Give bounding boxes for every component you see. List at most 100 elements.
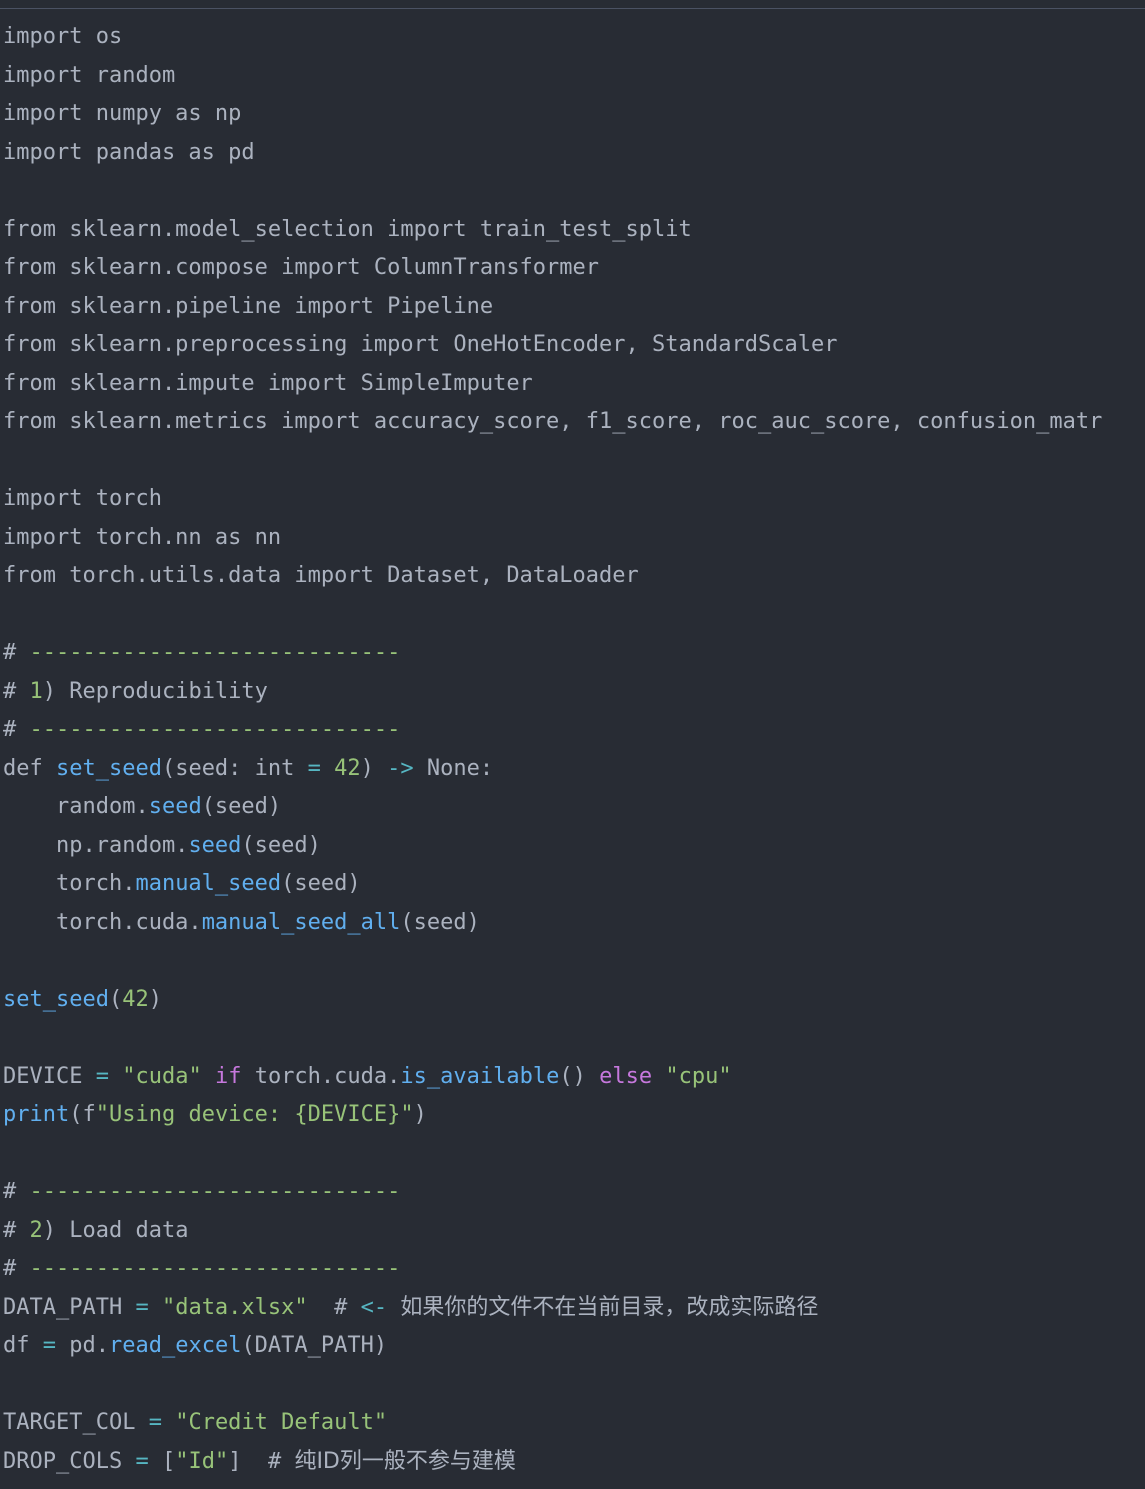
code-token-comment-text: # xyxy=(3,717,30,742)
code-token-plain: def xyxy=(3,755,56,781)
code-token-dashes: ---------------------------- xyxy=(29,1179,401,1204)
code-token-function: seed xyxy=(188,832,242,858)
code-line: df = pd.read_excel(DATA_PATH) xyxy=(3,1327,387,1366)
code-token-plain: from sklearn.impute import SimpleImputer xyxy=(3,370,533,396)
code-token-plain: from sklearn.model_selection import trai… xyxy=(3,216,692,242)
code-token-plain: (seed) xyxy=(400,909,480,935)
code-line: import pandas as pd xyxy=(3,134,255,173)
code-token-plain: pd. xyxy=(56,1333,109,1358)
code-token-plain: DROP_COLS xyxy=(3,1448,136,1474)
code-token-comment-text: ) Load data xyxy=(42,1217,189,1243)
code-line: from sklearn.compose import ColumnTransf… xyxy=(3,249,599,288)
code-token-plain: None: xyxy=(413,755,494,781)
code-token-plain: TARGET_COL xyxy=(3,1410,149,1435)
code-token-string: "data.xlsx" xyxy=(161,1294,308,1320)
code-token-plain: import pandas as pd xyxy=(3,139,255,165)
code-token-operator: = xyxy=(148,1410,162,1435)
code-line: set_seed(42) xyxy=(3,981,162,1020)
code-token-plain: import random xyxy=(3,62,176,88)
code-token-plain: [ xyxy=(148,1448,176,1474)
code-token-operator: -> xyxy=(387,755,414,781)
code-token-function: is_available xyxy=(400,1063,560,1089)
code-token-plain: import os xyxy=(3,24,123,49)
code-token-plain: DEVICE xyxy=(3,1063,96,1089)
code-token-plain: torch.cuda. xyxy=(241,1063,401,1089)
code-editor[interactable]: import os import random import numpy as np… xyxy=(0,0,1145,1489)
code-line: import os xyxy=(3,18,122,57)
code-token-comment-text: # xyxy=(3,1217,30,1243)
code-line: # ---------------------------- xyxy=(3,711,400,750)
code-token-plain: (f xyxy=(69,1102,96,1127)
code-line: def set_seed(seed: int = 42) -> None: xyxy=(3,750,493,789)
code-token-plain: () xyxy=(559,1063,600,1089)
code-token-comment-text: # xyxy=(3,1256,30,1281)
code-token-plain: from torch.utils.data import Dataset, Da… xyxy=(3,563,639,588)
code-line: # 1) Reproducibility xyxy=(3,673,268,712)
code-token-plain: ( xyxy=(108,986,123,1012)
code-token-plain: from sklearn.compose import ColumnTransf… xyxy=(3,255,600,280)
code-line: TARGET_COL = "Credit Default" xyxy=(3,1404,387,1443)
code-token-plain: import torch xyxy=(3,486,162,511)
code-token-function: seed xyxy=(148,794,202,819)
code-token-comment-text: # xyxy=(334,1294,361,1320)
code-line: DEVICE = "cuda" if torch.cuda.is_availab… xyxy=(3,1058,732,1097)
code-token-string: "Credit Default" xyxy=(175,1410,388,1435)
code-token-operator: = xyxy=(42,1333,56,1358)
code-line: DATA_PATH = "data.xlsx" # <- 如果你的文件不在当前目… xyxy=(3,1289,818,1328)
code-line: import torch xyxy=(3,480,162,519)
code-token-dashes: ---------------------------- xyxy=(29,717,401,742)
code-token-comment-text: ) Reproducibility xyxy=(42,678,268,704)
code-token-plain: (seed) xyxy=(281,871,361,896)
code-token-number: 2 xyxy=(29,1217,43,1243)
code-token-keyword: else xyxy=(599,1063,653,1089)
code-token-comment-text: # xyxy=(3,1179,30,1204)
code-token-operator: <- xyxy=(360,1294,388,1320)
code-token-operator: = xyxy=(95,1063,109,1089)
code-token-comment-text: # xyxy=(3,640,30,665)
code-token-plain: df xyxy=(3,1333,43,1358)
code-token-keyword: if xyxy=(214,1063,242,1089)
code-token-plain: ) xyxy=(413,1102,427,1127)
code-token-plain: ] xyxy=(228,1448,268,1474)
code-token-plain: random. xyxy=(3,794,149,819)
code-line: # 2) Load data xyxy=(3,1212,188,1251)
code-token-plain: import torch.nn as nn xyxy=(3,524,282,550)
code-token-comment-text: # xyxy=(3,678,30,704)
code-token-function: manual_seed_all xyxy=(201,909,401,935)
code-token-dashes: ---------------------------- xyxy=(29,640,401,665)
code-token-plain: from sklearn.pipeline import Pipeline xyxy=(3,293,494,319)
code-token-plain: (seed: int xyxy=(161,755,308,781)
code-line: torch.cuda.manual_seed_all(seed) xyxy=(3,904,480,943)
code-token-cjk: 如果你的文件不在当前目录，改成实际路径 xyxy=(400,1294,819,1320)
code-token-function: print xyxy=(3,1102,70,1127)
code-line: np.random.seed(seed) xyxy=(3,827,321,866)
code-token-number: 42 xyxy=(122,986,149,1012)
code-token-string: "cuda" xyxy=(122,1063,202,1089)
code-token-plain: ) xyxy=(148,986,162,1012)
code-line: # ---------------------------- xyxy=(3,634,400,673)
code-line: from torch.utils.data import Dataset, Da… xyxy=(3,557,639,596)
code-token-plain: import numpy as np xyxy=(3,101,242,126)
code-line: import numpy as np xyxy=(3,95,241,134)
code-line: from sklearn.model_selection import trai… xyxy=(3,211,692,250)
code-line: from sklearn.impute import SimpleImputer xyxy=(3,365,533,404)
code-line: import random xyxy=(3,57,175,96)
code-token-plain: (seed) xyxy=(241,832,321,858)
code-line: import torch.nn as nn xyxy=(3,519,281,558)
code-token-operator: = xyxy=(135,1294,149,1320)
code-token-function: manual_seed xyxy=(135,871,282,896)
code-line: # ---------------------------- xyxy=(3,1250,400,1289)
code-token-function: read_excel xyxy=(108,1333,242,1358)
code-token-string: "Using device: {DEVICE}" xyxy=(95,1102,414,1127)
code-token-plain: ) xyxy=(360,755,388,781)
code-token-function: set_seed xyxy=(3,986,109,1012)
code-line: torch.manual_seed(seed) xyxy=(3,865,361,904)
code-token-comment-text: # xyxy=(267,1448,295,1474)
